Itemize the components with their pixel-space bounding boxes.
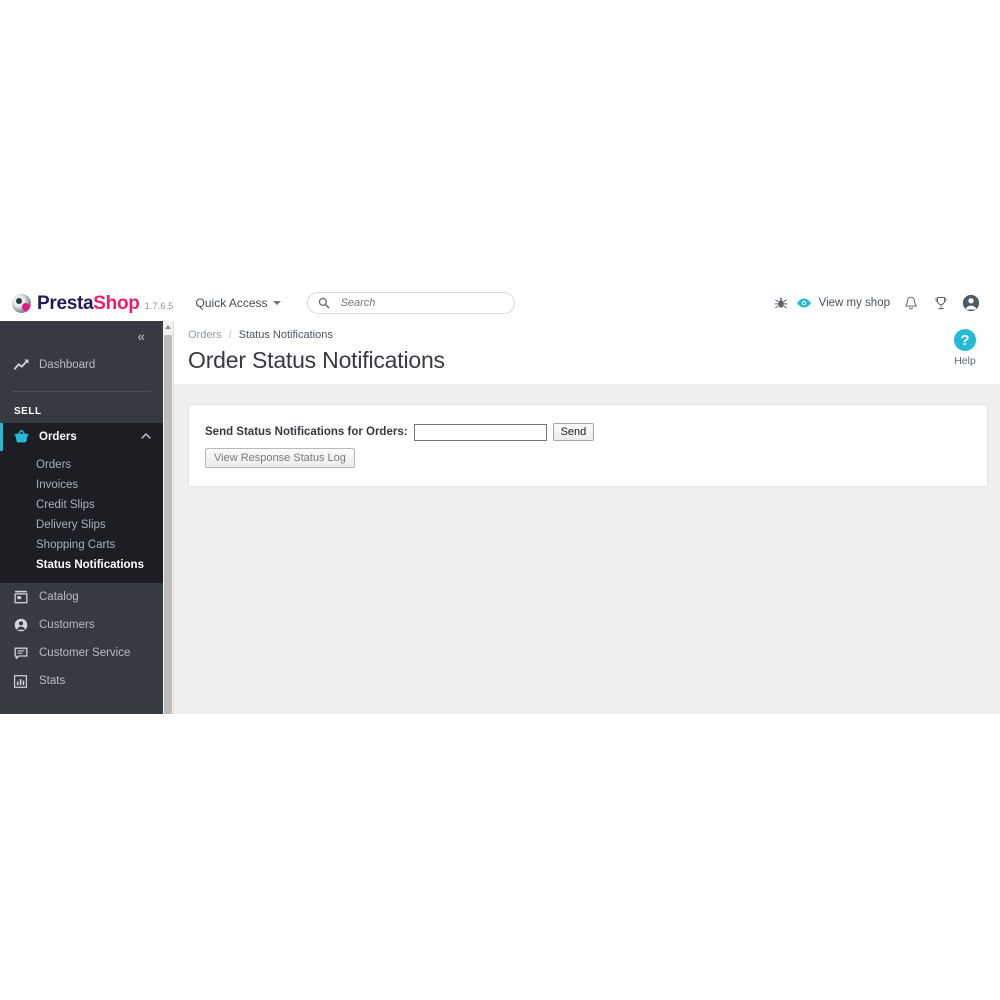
trending-up-icon: [14, 359, 32, 371]
eye-icon: [796, 298, 811, 308]
submenu-item-label: Delivery Slips: [36, 519, 106, 531]
sidebar-scrollbar[interactable]: [163, 321, 174, 714]
sidebar-item-dashboard[interactable]: Dashboard: [0, 351, 163, 379]
quick-access-label: Quick Access: [195, 296, 268, 310]
logo-text-presta: Presta: [37, 292, 94, 314]
submenu-item-credit-slips[interactable]: Credit Slips: [0, 495, 163, 515]
quick-access-dropdown[interactable]: Quick Access: [196, 296, 281, 310]
sidebar-item-catalog[interactable]: Catalog: [0, 583, 163, 611]
sidebar-item-label: Customer Service: [39, 647, 131, 659]
user-circle-icon: [14, 618, 32, 632]
submenu-item-label: Status Notifications: [36, 559, 144, 571]
chevron-up-icon: [141, 432, 151, 442]
submenu-item-delivery-slips[interactable]: Delivery Slips: [0, 515, 163, 535]
view-my-shop-button[interactable]: View my shop: [796, 297, 890, 309]
search-icon: [318, 297, 330, 309]
page-title: Order Status Notifications: [188, 347, 445, 373]
submenu-item-label: Shopping Carts: [36, 539, 116, 551]
help-label: Help: [954, 355, 976, 367]
sidebar-item-customers[interactable]: Customers: [0, 611, 163, 639]
orders-submenu: Orders Invoices Credit Slips Delivery Sl…: [0, 451, 163, 583]
chat-bubble-icon: [14, 647, 32, 660]
status-notifications-panel: Send Status Notifications for Orders: Se…: [188, 404, 988, 487]
submenu-item-shopping-carts[interactable]: Shopping Carts: [0, 535, 163, 555]
submenu-item-orders[interactable]: Orders: [0, 455, 163, 475]
shopping-basket-icon: [14, 430, 32, 444]
account-menu-button[interactable]: [956, 290, 986, 316]
view-my-shop-label: View my shop: [818, 297, 890, 309]
sidebar-item-label: Dashboard: [39, 359, 96, 371]
scrollbar-thumb[interactable]: [164, 335, 172, 714]
top-header-bar: PrestaShop 1.7.6.5 Quick Access Search V…: [0, 285, 1000, 322]
submenu-item-label: Orders: [36, 459, 72, 471]
search-box[interactable]: [306, 292, 515, 314]
prestashop-logo-icon: [12, 293, 31, 313]
help-circle-icon: ?: [954, 329, 976, 351]
collapse-sidebar-icon[interactable]: «: [137, 329, 145, 343]
breadcrumb: Orders / Status Notifications: [188, 329, 1000, 341]
header-actions: View my shop: [766, 290, 986, 316]
sidebar-item-label: Catalog: [39, 591, 79, 603]
submenu-item-label: Invoices: [36, 479, 79, 491]
user-circle-icon: [962, 294, 980, 312]
submenu-item-status-notifications[interactable]: Status Notifications: [0, 555, 163, 575]
prestashop-admin-window: PrestaShop 1.7.6.5 Quick Access Search V…: [0, 285, 1000, 714]
sidebar-item-label: Stats: [39, 675, 66, 687]
prestashop-logo[interactable]: PrestaShop 1.7.6.5: [12, 292, 174, 314]
sidebar-section-sell: SELL: [14, 406, 42, 417]
sidebar-collapse-row: «: [0, 321, 163, 351]
page-header: Orders / Status Notifications Order Stat…: [174, 321, 1000, 384]
scroll-up-arrow-icon[interactable]: [165, 325, 171, 329]
submenu-item-invoices[interactable]: Invoices: [0, 475, 163, 495]
sidebar-item-label: Orders: [39, 431, 77, 443]
orders-input[interactable]: [413, 423, 547, 441]
sidebar-item-customer-service[interactable]: Customer Service: [0, 639, 163, 667]
main-content: Orders / Status Notifications Order Stat…: [174, 321, 1000, 714]
logo-text-shop: Shop: [93, 292, 140, 314]
submenu-item-label: Credit Slips: [36, 499, 95, 511]
notifications-button[interactable]: [896, 290, 926, 316]
send-notifications-row: Send Status Notifications for Orders: Se…: [205, 423, 971, 441]
help-button[interactable]: ? Help: [942, 329, 988, 367]
sidebar-item-orders[interactable]: Orders: [0, 423, 163, 451]
view-response-status-log-button[interactable]: View Response Status Log: [205, 448, 355, 468]
send-button[interactable]: Send: [552, 423, 595, 441]
search-input[interactable]: [338, 296, 493, 310]
main-sidebar: « Dashboard SELL Orders Orders Invoices …: [0, 321, 163, 714]
bug-icon: [774, 297, 787, 309]
bell-icon: [905, 296, 917, 309]
trophy-icon: [935, 296, 947, 309]
chevron-down-icon: [272, 301, 281, 305]
breadcrumb-parent[interactable]: Orders: [188, 329, 222, 341]
debug-mode-button[interactable]: [766, 290, 796, 316]
version-label: 1.7.6.5: [144, 301, 174, 311]
breadcrumb-separator: /: [228, 329, 232, 341]
achievements-button[interactable]: [926, 290, 956, 316]
bar-chart-icon: [14, 674, 32, 688]
send-notifications-label: Send Status Notifications for Orders:: [205, 426, 408, 438]
breadcrumb-current: Status Notifications: [238, 329, 333, 341]
sidebar-item-stats[interactable]: Stats: [0, 667, 163, 695]
panel-wrapper: Send Status Notifications for Orders: Se…: [174, 384, 1000, 487]
sidebar-item-label: Customers: [39, 619, 95, 631]
store-icon: [14, 590, 32, 604]
